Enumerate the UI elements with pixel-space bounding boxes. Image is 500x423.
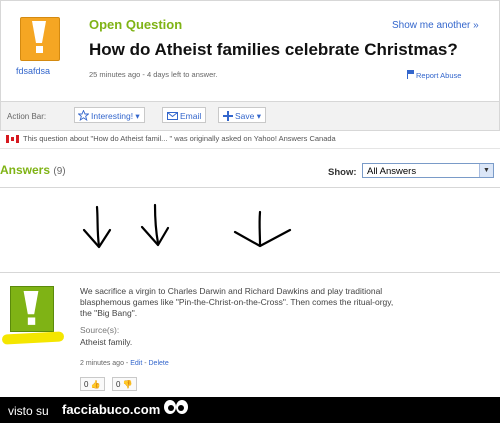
arrow-2-head xyxy=(140,225,170,247)
hand-drawn-arrows xyxy=(82,203,292,249)
watermark-visto: visto su xyxy=(8,404,49,418)
question-meta: 25 minutes ago - 4 days left to answer. xyxy=(89,70,218,79)
answer-text-line: blasphemous games like "Pin-the-Christ-o… xyxy=(80,297,394,307)
email-label: Email xyxy=(180,111,202,121)
asker-avatar[interactable] xyxy=(20,17,60,61)
interesting-button[interactable]: Interesting! ▾ xyxy=(74,107,145,123)
answer-text-line: the "Big Bang". xyxy=(80,308,138,318)
arrow-2-shaft xyxy=(153,203,160,245)
exclamation-icon xyxy=(32,21,46,53)
thumbs-down-button[interactable]: 0 👎 xyxy=(112,377,137,391)
question-title: How do Atheist families celebrate Christ… xyxy=(89,40,458,59)
answer-time: 2 minutes ago - xyxy=(80,360,131,367)
exclamation-icon xyxy=(23,291,39,325)
question-status: Open Question xyxy=(89,17,183,32)
answers-filter-select[interactable]: All Answers ▼ xyxy=(362,163,494,178)
answer-text-line: We sacrifice a virgin to Charles Darwin … xyxy=(80,286,383,296)
divider xyxy=(0,148,500,149)
show-label: Show: xyxy=(328,167,357,178)
email-button[interactable]: Email xyxy=(162,107,207,123)
show-another-link[interactable]: Show me another » xyxy=(392,20,479,31)
interesting-label: Interesting! ▾ xyxy=(91,111,140,121)
envelope-icon xyxy=(167,112,178,120)
report-abuse-link[interactable]: Report Abuse xyxy=(416,71,461,80)
thumbs-up-button[interactable]: 0 👍 xyxy=(80,377,105,391)
answers-filter-value: All Answers xyxy=(367,166,417,177)
answers-title: Answers xyxy=(0,163,51,177)
answer-meta: 2 minutes ago - Edit - Delete xyxy=(80,360,169,367)
star-icon xyxy=(78,110,89,121)
flag-icon xyxy=(407,70,414,79)
asker-username[interactable]: fdsafdsa xyxy=(16,66,50,76)
answers-heading: Answers (9) xyxy=(0,163,66,177)
save-button[interactable]: Save ▾ xyxy=(218,107,267,123)
arrow-1-shaft xyxy=(95,205,101,248)
source-value: Atheist family. xyxy=(80,337,133,347)
origin-notice: This question about "How do Atheist fami… xyxy=(23,134,336,143)
eyes-logo-icon xyxy=(164,400,188,414)
save-label: Save ▾ xyxy=(235,111,262,121)
action-bar-label: Action Bar: xyxy=(7,112,47,121)
answers-count: (9) xyxy=(53,166,66,177)
arrow-3-head xyxy=(233,228,292,248)
source-label: Source(s): xyxy=(80,325,120,335)
watermark-brand: facciabuco.com xyxy=(62,402,161,417)
censored-username-highlight xyxy=(1,331,65,345)
edit-link[interactable]: Edit xyxy=(130,360,142,367)
divider xyxy=(0,187,500,188)
divider xyxy=(0,272,500,273)
plus-icon xyxy=(223,111,233,121)
chevron-down-icon: ▼ xyxy=(479,164,493,177)
answerer-avatar[interactable] xyxy=(10,286,54,332)
canada-flag-icon xyxy=(6,135,19,143)
delete-link[interactable]: Delete xyxy=(149,360,169,367)
